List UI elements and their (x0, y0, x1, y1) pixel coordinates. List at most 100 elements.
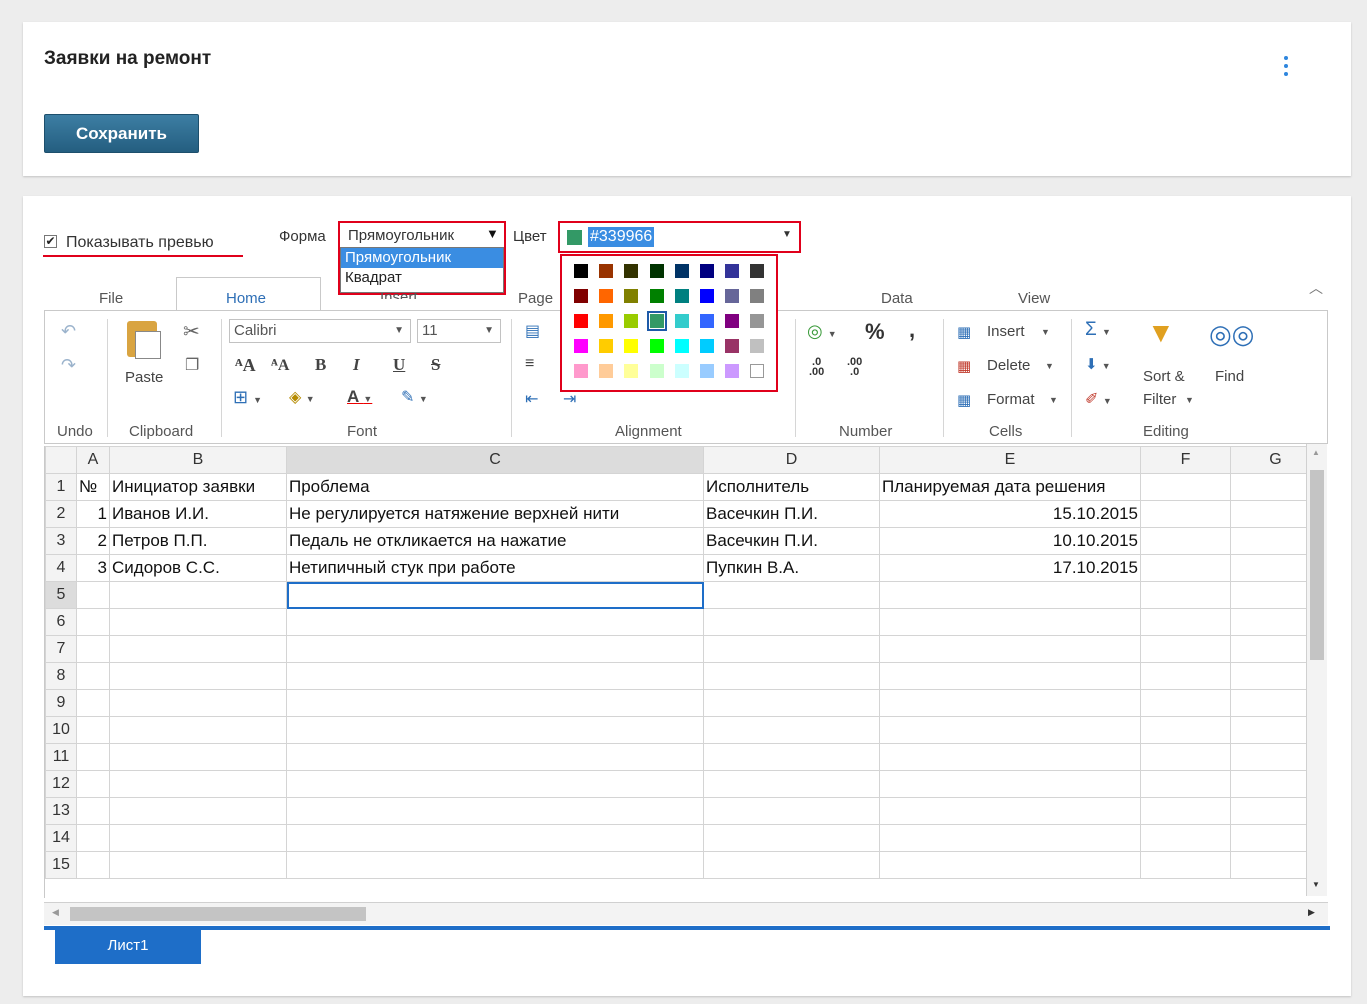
color-swatch[interactable] (750, 339, 765, 353)
color-swatch[interactable] (574, 339, 588, 353)
cell[interactable] (286, 689, 704, 717)
percent-icon[interactable]: % (865, 319, 885, 345)
column-header[interactable]: F (1140, 446, 1231, 474)
cell[interactable] (879, 581, 1141, 609)
color-swatch[interactable] (700, 314, 714, 328)
cell[interactable] (703, 635, 880, 663)
highlight-icon[interactable]: ✎ ▼ (401, 387, 428, 407)
copy-icon[interactable]: ❐ (185, 355, 199, 375)
cell[interactable] (879, 689, 1141, 717)
cell[interactable]: Иванов И.И. (109, 500, 287, 528)
cut-icon[interactable]: ✂ (183, 319, 200, 344)
color-swatch[interactable] (700, 289, 714, 303)
cell[interactable]: 10.10.2015 (879, 527, 1141, 555)
color-swatch[interactable] (674, 289, 689, 303)
cell[interactable] (879, 716, 1141, 744)
cell[interactable] (879, 608, 1141, 636)
color-swatch[interactable] (599, 364, 614, 378)
cell[interactable] (879, 743, 1141, 771)
cell[interactable] (703, 743, 880, 771)
scroll-down-icon[interactable]: ▼ (1312, 880, 1320, 889)
cell[interactable]: 15.10.2015 (879, 500, 1141, 528)
row-header[interactable]: 11 (45, 743, 77, 771)
cell[interactable] (109, 689, 287, 717)
color-swatch[interactable] (750, 314, 765, 328)
cell[interactable] (286, 824, 704, 852)
cell[interactable] (76, 743, 110, 771)
cell[interactable] (76, 770, 110, 798)
color-swatch[interactable] (700, 364, 714, 378)
cell[interactable] (76, 797, 110, 825)
cell[interactable] (1140, 851, 1231, 879)
color-swatch[interactable] (725, 364, 740, 378)
redo-icon[interactable]: ↷ (61, 355, 76, 376)
color-swatch[interactable] (599, 314, 614, 328)
cell[interactable] (109, 662, 287, 690)
row-header[interactable]: 15 (45, 851, 77, 879)
cell[interactable] (703, 581, 880, 609)
row-header[interactable]: 7 (45, 635, 77, 663)
color-swatch[interactable] (624, 264, 639, 278)
column-header[interactable]: B (109, 446, 287, 474)
color-swatch[interactable] (649, 264, 664, 278)
sort-filter-icon[interactable]: ▼ (1147, 317, 1175, 349)
cell[interactable]: Инициатор заявки (109, 473, 287, 501)
cell[interactable]: 17.10.2015 (879, 554, 1141, 582)
cell[interactable] (879, 635, 1141, 663)
comma-style-icon[interactable]: , (909, 317, 915, 343)
autosum-icon[interactable]: Σ ▼ (1085, 319, 1111, 341)
color-swatch[interactable] (574, 264, 588, 278)
cell[interactable] (109, 770, 287, 798)
tab-view[interactable]: View (1018, 290, 1050, 307)
cell[interactable] (1140, 716, 1231, 744)
cell[interactable] (1140, 824, 1231, 852)
horizontal-scrollbar[interactable]: ◀ ▶ (44, 902, 1328, 925)
cell[interactable] (76, 581, 110, 609)
color-swatch[interactable] (574, 364, 588, 378)
increase-decimal-icon[interactable]: .0.00 (809, 357, 824, 378)
delete-cells-icon[interactable]: ▦ (957, 357, 971, 375)
column-header[interactable]: E (879, 446, 1141, 474)
cell[interactable]: Петров П.П. (109, 527, 287, 555)
row-header[interactable]: 10 (45, 716, 77, 744)
wrap-text-icon[interactable]: ▤ (525, 321, 540, 341)
cell[interactable] (109, 635, 287, 663)
decrease-decimal-icon[interactable]: .00.0 (847, 357, 862, 378)
row-header[interactable]: 14 (45, 824, 77, 852)
row-header[interactable]: 6 (45, 608, 77, 636)
cell[interactable] (703, 851, 880, 879)
color-swatch[interactable] (624, 339, 639, 353)
clear-icon[interactable]: ✐ ▼ (1085, 389, 1112, 409)
row-header[interactable]: 3 (45, 527, 77, 555)
color-swatch[interactable] (674, 339, 689, 353)
cell[interactable] (703, 662, 880, 690)
cell[interactable] (286, 716, 704, 744)
collapse-ribbon-icon[interactable]: ︿ (1309, 278, 1323, 298)
color-swatch[interactable] (599, 264, 614, 278)
fill-color-icon[interactable]: ◈ ▼ (289, 387, 315, 407)
color-swatch[interactable] (624, 364, 639, 378)
cell[interactable] (109, 743, 287, 771)
cell[interactable] (109, 608, 287, 636)
cell[interactable] (1140, 527, 1231, 555)
color-swatch[interactable] (725, 314, 740, 328)
tab-data[interactable]: Data (881, 290, 913, 307)
color-swatch[interactable] (725, 289, 740, 303)
strikethrough-icon[interactable]: S (431, 355, 440, 375)
cell[interactable] (76, 851, 110, 879)
cell[interactable] (76, 824, 110, 852)
cell[interactable]: Педаль не откликается на нажатие (286, 527, 704, 555)
cell[interactable] (1140, 743, 1231, 771)
cell[interactable] (286, 851, 704, 879)
row-header[interactable]: 13 (45, 797, 77, 825)
cell[interactable] (879, 770, 1141, 798)
cell[interactable]: Не регулируется натяжение верхней нити (286, 500, 704, 528)
cell[interactable] (1140, 797, 1231, 825)
sort-filter-label-2[interactable]: Filter (1143, 391, 1176, 408)
insert-cells-icon[interactable]: ▦ (957, 323, 971, 341)
corner-cell[interactable] (45, 446, 77, 474)
cell[interactable]: Пупкин В.А. (703, 554, 880, 582)
cell[interactable] (703, 608, 880, 636)
column-header[interactable]: C (286, 446, 704, 474)
cell[interactable] (286, 608, 704, 636)
